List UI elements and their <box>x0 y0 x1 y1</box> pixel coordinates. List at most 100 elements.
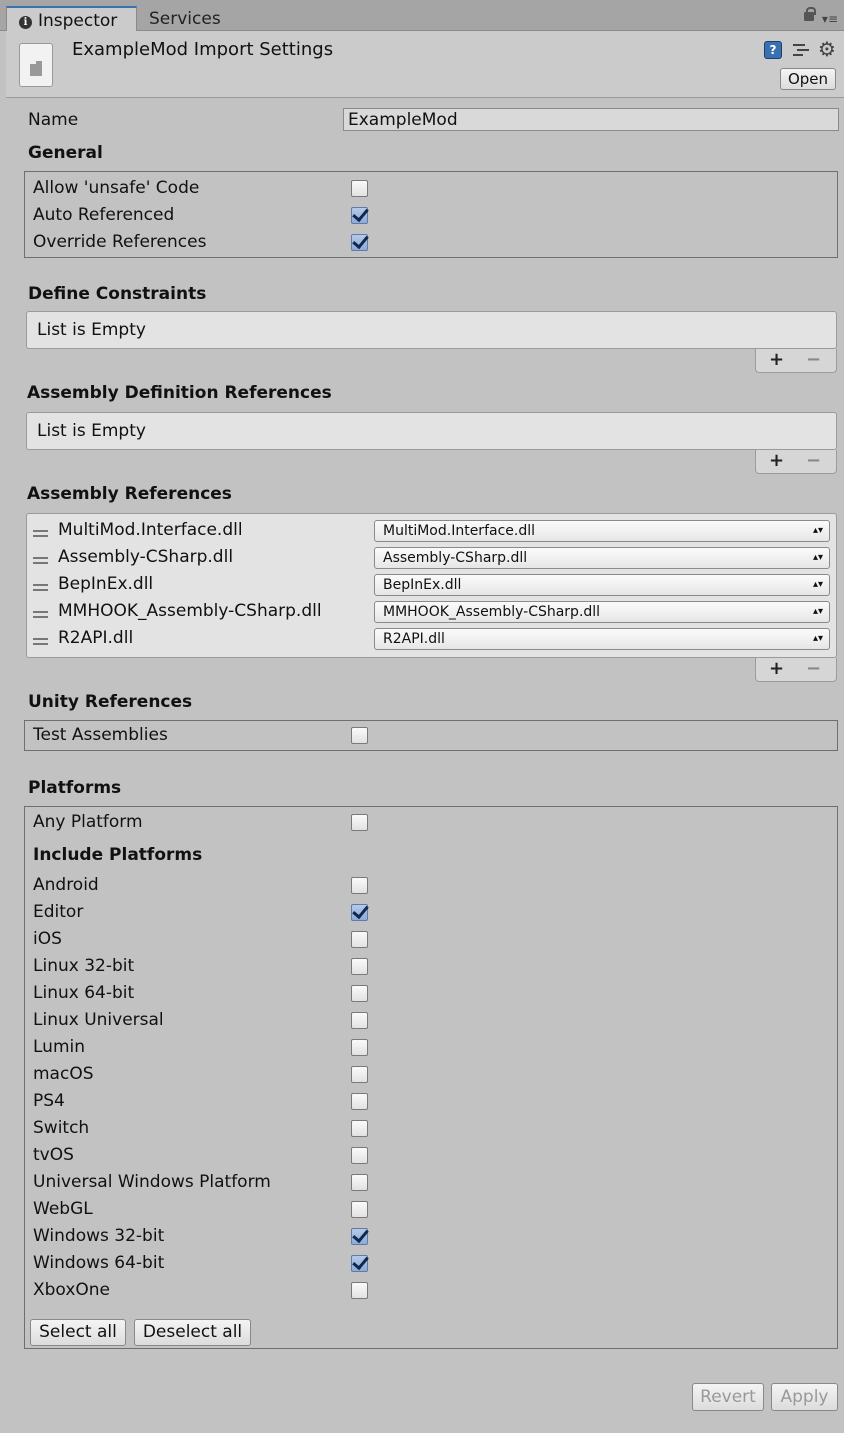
platform-list: Android Editor iOS Linux 32-bit Linux 64-bit… <box>25 875 837 1310</box>
dropdown-arrow-icon: ▴▾ <box>812 579 823 590</box>
platform-checkbox-tvos[interactable] <box>351 1147 368 1164</box>
define-constraints-list-buttons: + − <box>755 349 837 373</box>
menu-icon[interactable]: ▾≡ <box>822 13 838 25</box>
tab-inspector-label: Inspector <box>38 11 118 31</box>
platform-label-universal-windows-platform: Universal Windows Platform <box>33 1172 271 1192</box>
dropdown-arrow-icon: ▴▾ <box>812 525 823 536</box>
platform-checkbox-editor[interactable] <box>351 904 368 921</box>
add-button[interactable]: + <box>769 450 784 472</box>
drag-handle[interactable] <box>33 611 48 618</box>
assembly-ref-label: R2API.dll <box>58 628 134 648</box>
remove-button[interactable]: − <box>806 349 821 371</box>
drag-handle[interactable] <box>33 557 48 564</box>
remove-button[interactable]: − <box>806 450 821 472</box>
allow-unsafe-checkbox[interactable] <box>351 180 368 197</box>
platform-checkbox-windows-64-bit[interactable] <box>351 1255 368 1272</box>
tab-bar: i Inspector Services ▾≡ <box>0 0 844 31</box>
platform-checkbox-ps4[interactable] <box>351 1093 368 1110</box>
override-references-label: Override References <box>33 232 207 252</box>
platform-checkbox-lumin[interactable] <box>351 1039 368 1056</box>
platform-checkbox-webgl[interactable] <box>351 1201 368 1218</box>
platform-checkbox-ios[interactable] <box>351 931 368 948</box>
override-references-checkbox[interactable] <box>351 234 368 251</box>
platform-label-macos: macOS <box>33 1064 94 1084</box>
open-button[interactable]: Open <box>780 68 836 90</box>
platform-label-tvos: tvOS <box>33 1145 74 1165</box>
list-empty-text: List is Empty <box>37 421 146 441</box>
assembly-ref-dropdown[interactable]: Assembly-CSharp.dll ▴▾ <box>374 547 830 569</box>
assembly-ref-dropdown-value: MultiMod.Interface.dll <box>383 523 535 539</box>
platform-label-linux-universal: Linux Universal <box>33 1010 164 1030</box>
platform-label-windows-32-bit: Windows 32-bit <box>33 1226 165 1246</box>
page-title: ExampleMod Import Settings <box>72 39 334 60</box>
platform-label-xboxone: XboxOne <box>33 1280 110 1300</box>
dropdown-arrow-icon: ▴▾ <box>812 633 823 644</box>
inspector-body: Name ExampleMod General Allow 'unsafe' C… <box>6 98 844 1433</box>
platform-checkbox-macos[interactable] <box>351 1066 368 1083</box>
platform-label-lumin: Lumin <box>33 1037 86 1057</box>
platform-checkbox-universal-windows-platform[interactable] <box>351 1174 368 1191</box>
assembly-ref-dropdown[interactable]: BepInEx.dll ▴▾ <box>374 574 830 596</box>
assembly-ref-dropdown[interactable]: MultiMod.Interface.dll ▴▾ <box>374 520 830 542</box>
tab-services[interactable]: Services <box>139 6 234 31</box>
include-platforms-header: Include Platforms <box>33 845 203 865</box>
asmdef-references-list-buttons: + − <box>755 450 837 474</box>
gear-icon[interactable]: ⚙ <box>818 37 836 61</box>
test-assemblies-label: Test Assemblies <box>33 725 168 745</box>
define-constraints-header: Define Constraints <box>28 284 207 304</box>
platform-label-webgl: WebGL <box>33 1199 93 1219</box>
name-label: Name <box>28 110 79 130</box>
assembly-ref-dropdown-value: BepInEx.dll <box>383 577 462 593</box>
drag-handle[interactable] <box>33 638 48 645</box>
revert-button[interactable]: Revert <box>692 1383 764 1411</box>
assembly-ref-dropdown[interactable]: R2API.dll ▴▾ <box>374 628 830 650</box>
list-empty-text: List is Empty <box>37 320 146 340</box>
assembly-references-list-buttons: + − <box>755 658 837 682</box>
platform-checkbox-xboxone[interactable] <box>351 1282 368 1299</box>
test-assemblies-checkbox[interactable] <box>351 727 368 744</box>
dropdown-arrow-icon: ▴▾ <box>812 552 823 563</box>
apply-button[interactable]: Apply <box>771 1383 838 1411</box>
platform-checkbox-windows-32-bit[interactable] <box>351 1228 368 1245</box>
platform-checkbox-switch[interactable] <box>351 1120 368 1137</box>
any-platform-label: Any Platform <box>33 812 143 832</box>
select-all-button[interactable]: Select all <box>30 1319 126 1346</box>
platforms-box: Any Platform Include Platforms Android Ed… <box>24 806 838 1349</box>
assembly-ref-label: MMHOOK_Assembly-CSharp.dll <box>58 601 322 621</box>
tab-inspector[interactable]: i Inspector <box>6 6 137 31</box>
add-button[interactable]: + <box>769 658 784 680</box>
name-field[interactable]: ExampleMod <box>343 108 839 131</box>
platform-checkbox-android[interactable] <box>351 877 368 894</box>
general-header: General <box>28 143 103 163</box>
asmdef-references-list: List is Empty <box>26 412 837 450</box>
info-icon: i <box>19 16 32 29</box>
inspector-header: ExampleMod Import Settings ? ⚙ Open <box>6 31 844 98</box>
assembly-ref-dropdown-value: R2API.dll <box>383 631 445 647</box>
assembly-ref-dropdown-value: MMHOOK_Assembly-CSharp.dll <box>383 604 601 620</box>
platforms-header: Platforms <box>28 778 122 798</box>
drag-handle[interactable] <box>33 584 48 591</box>
assembly-references-header: Assembly References <box>27 484 232 504</box>
platform-label-switch: Switch <box>33 1118 90 1138</box>
assembly-ref-label: MultiMod.Interface.dll <box>58 520 243 540</box>
platform-checkbox-linux-universal[interactable] <box>351 1012 368 1029</box>
platform-label-android: Android <box>33 875 99 895</box>
assembly-ref-dropdown[interactable]: MMHOOK_Assembly-CSharp.dll ▴▾ <box>374 601 830 623</box>
add-button[interactable]: + <box>769 349 784 371</box>
help-icon[interactable]: ? <box>764 41 782 59</box>
assembly-ref-label: Assembly-CSharp.dll <box>58 547 234 567</box>
auto-referenced-label: Auto Referenced <box>33 205 175 225</box>
drag-handle[interactable] <box>33 530 48 537</box>
platform-label-linux-32-bit: Linux 32-bit <box>33 956 135 976</box>
auto-referenced-checkbox[interactable] <box>351 207 368 224</box>
any-platform-checkbox[interactable] <box>351 814 368 831</box>
allow-unsafe-label: Allow 'unsafe' Code <box>33 178 200 198</box>
platform-checkbox-linux-64-bit[interactable] <box>351 985 368 1002</box>
general-box: Allow 'unsafe' Code Auto Referenced Over… <box>24 171 838 258</box>
lock-icon[interactable] <box>804 7 816 21</box>
preset-icon[interactable] <box>793 42 809 58</box>
platform-checkbox-linux-32-bit[interactable] <box>351 958 368 975</box>
remove-button[interactable]: − <box>806 658 821 680</box>
deselect-all-button[interactable]: Deselect all <box>134 1319 251 1346</box>
asmdef-references-header: Assembly Definition References <box>27 383 332 403</box>
